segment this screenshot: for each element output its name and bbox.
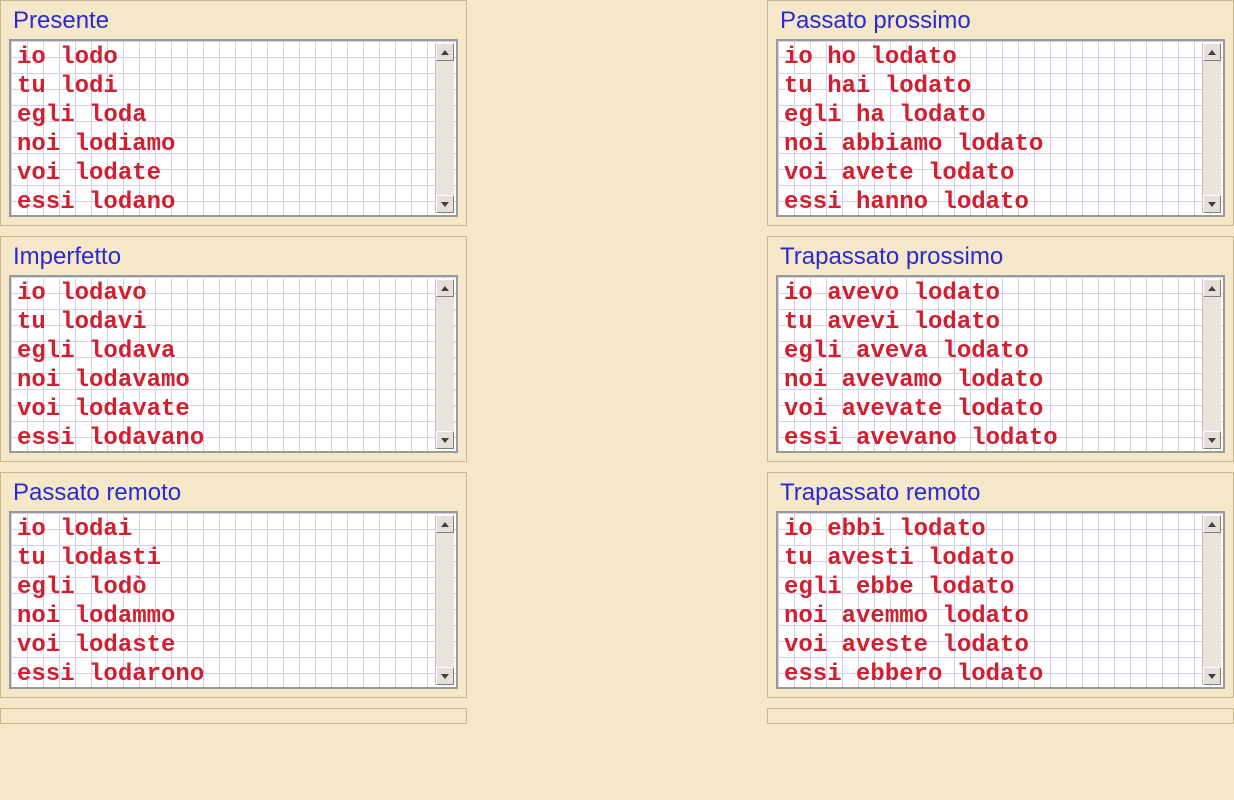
conjugation-line: tu avesti lodato xyxy=(784,544,1201,573)
conjugation-line: egli ha lodato xyxy=(784,101,1201,130)
chevron-up-icon xyxy=(1208,522,1216,527)
scroll-down-button[interactable] xyxy=(436,667,454,685)
conjugation-line: egli lodò xyxy=(17,573,434,602)
scroll-up-button[interactable] xyxy=(1203,43,1221,61)
chevron-down-icon xyxy=(1208,202,1216,207)
conjugation-line: egli lodava xyxy=(17,337,434,366)
scroll-track[interactable] xyxy=(436,533,454,667)
scroll-up-button[interactable] xyxy=(436,43,454,61)
conjugation-line: io ho lodato xyxy=(784,43,1201,72)
conjugation-line: essi lodavano xyxy=(17,424,434,453)
scroll-up-button[interactable] xyxy=(436,279,454,297)
chevron-up-icon xyxy=(441,286,449,291)
tense-cell-imperfetto: Imperfetto io lodavo tu lodavi egli loda… xyxy=(0,236,467,462)
tense-title: Trapassato prossimo xyxy=(780,243,1225,271)
conjugation-line: essi hanno lodato xyxy=(784,188,1201,217)
conjugation-textarea-passato-prossimo[interactable]: io ho lodato tu hai lodato egli ha lodat… xyxy=(776,39,1225,217)
scroll-down-button[interactable] xyxy=(1203,195,1221,213)
conjugation-grid: Presente io lodo tu lodi egli loda noi l… xyxy=(0,0,1234,724)
conjugation-line: io lodavo xyxy=(17,279,434,308)
conjugation-line: noi lodiamo xyxy=(17,130,434,159)
conjugation-textarea-passato-remoto[interactable]: io lodai tu lodasti egli lodò noi lodamm… xyxy=(9,511,458,689)
scroll-track[interactable] xyxy=(436,61,454,195)
conjugation-textarea-trapassato-prossimo[interactable]: io avevo lodato tu avevi lodato egli ave… xyxy=(776,275,1225,453)
tense-cell-trapassato-prossimo: Trapassato prossimo io avevo lodato tu a… xyxy=(767,236,1234,462)
scroll-track[interactable] xyxy=(1203,533,1221,667)
tense-title: Passato prossimo xyxy=(780,7,1225,35)
conjugation-line: noi lodammo xyxy=(17,602,434,631)
scrollbar[interactable] xyxy=(1202,515,1221,685)
scroll-down-button[interactable] xyxy=(436,195,454,213)
tense-title: Passato remoto xyxy=(13,479,458,507)
chevron-down-icon xyxy=(441,202,449,207)
conjugation-line: essi lodarono xyxy=(17,660,434,689)
scrollbar[interactable] xyxy=(435,43,454,213)
conjugation-line: tu lodavi xyxy=(17,308,434,337)
conjugation-line: io lodai xyxy=(17,515,434,544)
scroll-down-button[interactable] xyxy=(1203,667,1221,685)
scroll-up-button[interactable] xyxy=(436,515,454,533)
tense-cell-next-right xyxy=(767,708,1234,724)
conjugation-line: egli loda xyxy=(17,101,434,130)
scrollbar[interactable] xyxy=(1202,279,1221,449)
tense-cell-trapassato-remoto: Trapassato remoto io ebbi lodato tu aves… xyxy=(767,472,1234,698)
tense-cell-passato-prossimo: Passato prossimo io ho lodato tu hai lod… xyxy=(767,0,1234,226)
chevron-down-icon xyxy=(1208,674,1216,679)
conjugation-line: io lodo xyxy=(17,43,434,72)
chevron-up-icon xyxy=(441,522,449,527)
conjugation-textarea-presente[interactable]: io lodo tu lodi egli loda noi lodiamo vo… xyxy=(9,39,458,217)
tense-title: Imperfetto xyxy=(13,243,458,271)
conjugation-textarea-imperfetto[interactable]: io lodavo tu lodavi egli lodava noi loda… xyxy=(9,275,458,453)
tense-title: Trapassato remoto xyxy=(780,479,1225,507)
conjugation-line: noi abbiamo lodato xyxy=(784,130,1201,159)
conjugation-line: voi avete lodato xyxy=(784,159,1201,188)
scroll-track[interactable] xyxy=(1203,61,1221,195)
conjugation-textarea-trapassato-remoto[interactable]: io ebbi lodato tu avesti lodato egli ebb… xyxy=(776,511,1225,689)
chevron-down-icon xyxy=(1208,438,1216,443)
scrollbar[interactable] xyxy=(1202,43,1221,213)
scroll-track[interactable] xyxy=(436,297,454,431)
conjugation-line: noi lodavamo xyxy=(17,366,434,395)
scrollbar[interactable] xyxy=(435,279,454,449)
conjugation-line: voi avevate lodato xyxy=(784,395,1201,424)
chevron-down-icon xyxy=(441,438,449,443)
scroll-down-button[interactable] xyxy=(1203,431,1221,449)
conjugation-line: egli ebbe lodato xyxy=(784,573,1201,602)
conjugation-line: tu avevi lodato xyxy=(784,308,1201,337)
chevron-up-icon xyxy=(1208,286,1216,291)
tense-title: Presente xyxy=(13,7,458,35)
conjugation-line: voi aveste lodato xyxy=(784,631,1201,660)
conjugation-line: voi lodavate xyxy=(17,395,434,424)
conjugation-line: tu hai lodato xyxy=(784,72,1201,101)
conjugation-line: noi avemmo lodato xyxy=(784,602,1201,631)
conjugation-line: io ebbi lodato xyxy=(784,515,1201,544)
scroll-up-button[interactable] xyxy=(1203,279,1221,297)
conjugation-line: tu lodi xyxy=(17,72,434,101)
scrollbar[interactable] xyxy=(435,515,454,685)
chevron-down-icon xyxy=(441,674,449,679)
conjugation-line: noi avevamo lodato xyxy=(784,366,1201,395)
conjugation-line: egli aveva lodato xyxy=(784,337,1201,366)
conjugation-line: essi lodano xyxy=(17,188,434,217)
scroll-up-button[interactable] xyxy=(1203,515,1221,533)
conjugation-line: essi avevano lodato xyxy=(784,424,1201,453)
conjugation-line: essi ebbero lodato xyxy=(784,660,1201,689)
chevron-up-icon xyxy=(1208,50,1216,55)
conjugation-line: voi lodaste xyxy=(17,631,434,660)
conjugation-line: io avevo lodato xyxy=(784,279,1201,308)
chevron-up-icon xyxy=(441,50,449,55)
scroll-down-button[interactable] xyxy=(436,431,454,449)
tense-cell-presente: Presente io lodo tu lodi egli loda noi l… xyxy=(0,0,467,226)
conjugation-line: voi lodate xyxy=(17,159,434,188)
conjugation-line: tu lodasti xyxy=(17,544,434,573)
tense-cell-passato-remoto: Passato remoto io lodai tu lodasti egli … xyxy=(0,472,467,698)
tense-cell-next-left xyxy=(0,708,467,724)
scroll-track[interactable] xyxy=(1203,297,1221,431)
